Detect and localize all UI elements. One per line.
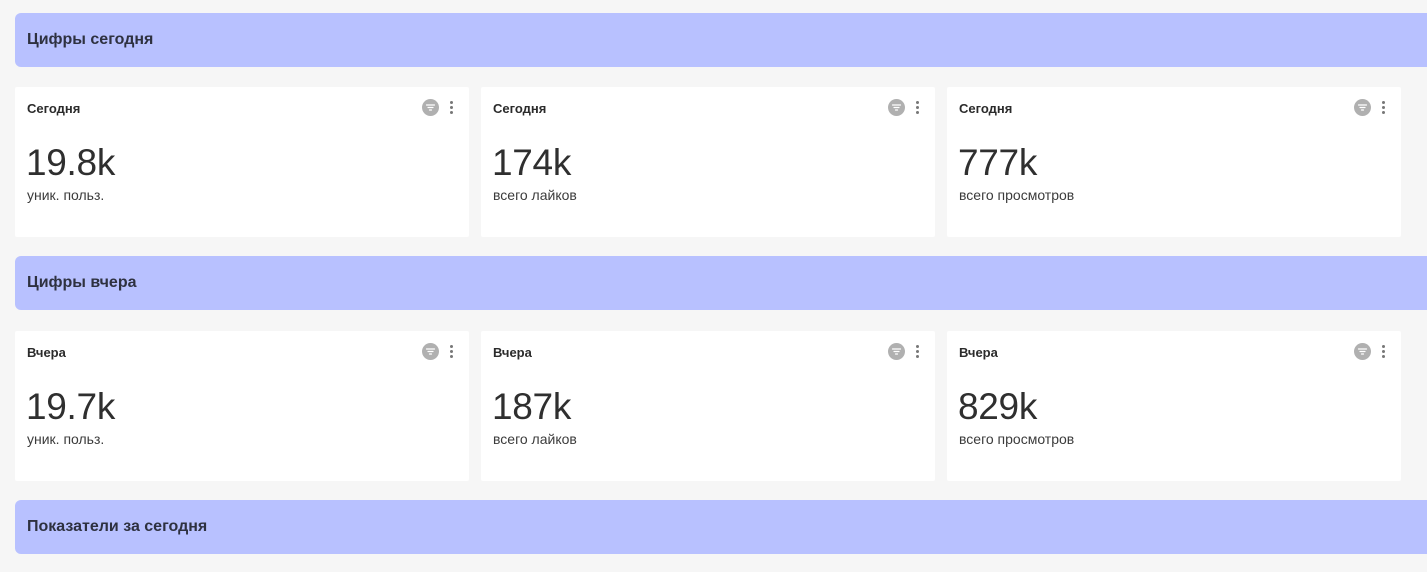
metric-value: 187k [492,386,572,427]
card-title: Вчера [959,345,998,360]
metric-value: 19.7k [26,386,116,427]
section-title: Показатели за сегодня [27,518,208,535]
metric-card-yesterday-unique-users: Вчера 19.7k уник. польз. [15,331,469,481]
metric-card-yesterday-views: Вчера 829k всего просмотров [947,331,1401,481]
more-vertical-icon[interactable] [447,343,455,360]
metric-card-today-unique-users: Сегодня 19.8k уник. польз. [15,87,469,237]
more-vertical-icon[interactable] [913,99,921,116]
more-vertical-icon[interactable] [913,343,921,360]
metric-value: 777k [958,142,1038,183]
card-title: Вчера [493,345,532,360]
filter-icon[interactable] [888,99,905,116]
more-vertical-icon[interactable] [1379,343,1387,360]
filter-icon[interactable] [1354,343,1371,360]
section-header-today-numbers: Цифры сегодня [15,13,1427,67]
metric-caption: всего просмотров [959,431,1075,447]
card-title: Сегодня [493,101,547,116]
filter-icon[interactable] [422,99,439,116]
filter-icon[interactable] [422,343,439,360]
section-header-today-indicators: Показатели за сегодня [15,500,1427,554]
card-title: Вчера [27,345,66,360]
filter-icon[interactable] [888,343,905,360]
card-title: Сегодня [959,101,1013,116]
metric-caption: всего лайков [493,431,577,447]
metric-value: 829k [958,386,1038,427]
more-vertical-icon[interactable] [447,99,455,116]
metric-value: 19.8k [26,142,116,183]
card-title: Сегодня [27,101,81,116]
metric-caption: всего просмотров [959,187,1075,203]
section-header-yesterday-numbers: Цифры вчера [15,256,1427,310]
more-vertical-icon[interactable] [1379,99,1387,116]
metric-card-today-likes: Сегодня 174k всего лайков [481,87,935,237]
section-title: Цифры сегодня [27,31,154,48]
metric-caption: всего лайков [493,187,577,203]
metric-card-yesterday-likes: Вчера 187k всего лайков [481,331,935,481]
metric-caption: уник. польз. [27,187,105,203]
filter-icon[interactable] [1354,99,1371,116]
metric-caption: уник. польз. [27,431,105,447]
metric-value: 174k [492,142,572,183]
section-title: Цифры вчера [27,274,137,291]
metric-card-today-views: Сегодня 777k всего просмотров [947,87,1401,237]
